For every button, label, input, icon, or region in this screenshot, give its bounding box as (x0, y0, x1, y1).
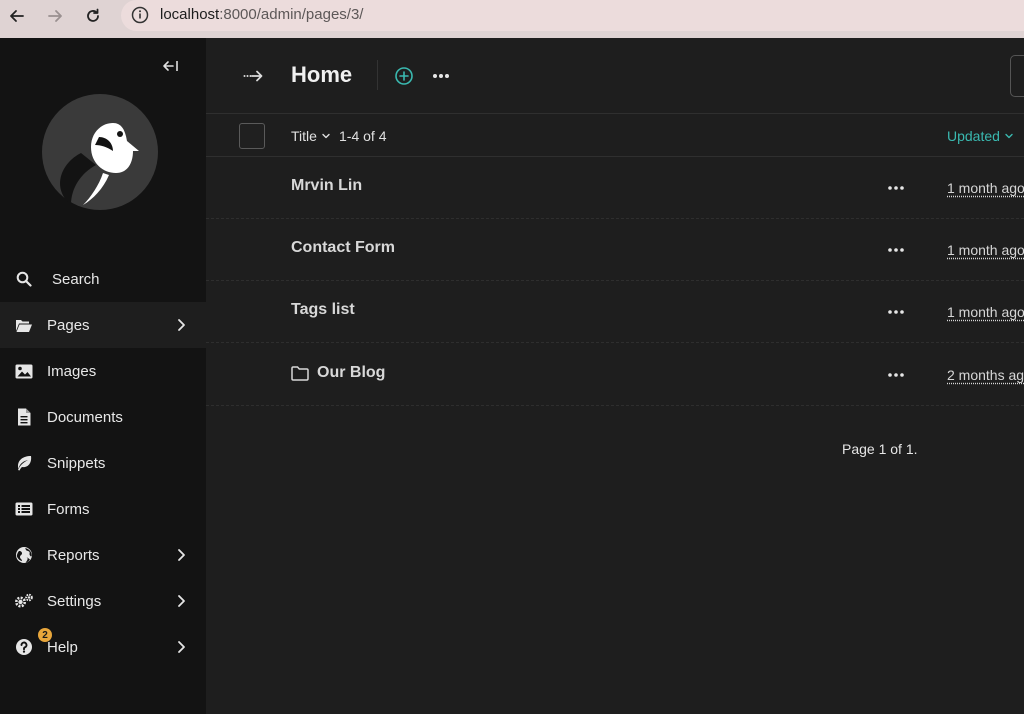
folder-icon (291, 365, 309, 381)
sidebar-item-label: Help (47, 638, 78, 656)
sidebar-item-label: Search (52, 270, 100, 288)
collapse-icon (163, 61, 178, 71)
updated-timestamp: 1 month ago (947, 304, 1024, 320)
url-path: :8000/admin/pages/3/ (219, 6, 364, 23)
address-bar[interactable]: localhost:8000/admin/pages/3/ (121, 0, 1024, 31)
globe-icon (14, 545, 34, 565)
select-all-checkbox[interactable] (239, 123, 265, 149)
page-header: Home (206, 38, 1024, 114)
plus-circle-icon (395, 67, 413, 85)
result-count: 1-4 of 4 (339, 128, 387, 144)
sidebar-item-snippets[interactable]: Snippets (0, 440, 206, 486)
page-title-text: Mrvin Lin (291, 177, 363, 194)
page-actions-button[interactable] (430, 66, 452, 86)
sort-by-updated-button[interactable]: Updated (947, 128, 1014, 144)
page-title-link[interactable]: Tags list (291, 301, 355, 319)
column-title-label: Title (291, 128, 317, 144)
breadcrumb-toggle[interactable] (242, 66, 264, 86)
sidebar-item-label: Settings (47, 592, 102, 610)
chevron-right-icon (178, 549, 185, 561)
page-title-text: Tags list (291, 301, 355, 318)
sidebar-item-pages[interactable]: Pages (0, 302, 206, 348)
image-icon (14, 361, 34, 381)
sidebar-item-settings[interactable]: Settings (0, 578, 206, 624)
browser-toolbar: localhost:8000/admin/pages/3/ (0, 0, 1024, 38)
document-icon (14, 407, 34, 427)
sidebar-item-reports[interactable]: Reports (0, 532, 206, 578)
leaf-icon (14, 453, 34, 473)
cogs-icon (14, 591, 34, 611)
sidebar-item-forms[interactable]: Forms (0, 486, 206, 532)
sidebar-item-search[interactable]: Search (0, 256, 206, 302)
header-action-button[interactable] (1010, 55, 1024, 97)
arrow-left-icon (10, 10, 24, 22)
page-title-text: Contact Form (291, 239, 395, 256)
folder-open-icon (14, 315, 34, 335)
main-content: Home Title 1-4 of 4 Updated Mrvin Lin 1 … (206, 38, 1024, 714)
sidebar-item-help[interactable]: 2 Help (0, 624, 206, 670)
url-text: localhost:8000/admin/pages/3/ (160, 6, 363, 23)
reload-button[interactable] (81, 4, 105, 28)
forward-button[interactable] (43, 4, 67, 28)
more-horizontal-icon[interactable] (885, 305, 907, 319)
more-horizontal-icon[interactable] (885, 368, 907, 382)
collapse-sidebar-button[interactable] (160, 56, 182, 76)
updated-timestamp: 1 month ago (947, 242, 1024, 258)
search-icon (14, 269, 34, 289)
updated-timestamp: 1 month ago (947, 180, 1024, 196)
help-icon: 2 (14, 628, 52, 657)
pagination-text: Page 1 of 1. (842, 441, 918, 457)
page-title-link[interactable]: Our Blog (291, 364, 385, 382)
header-divider (377, 60, 378, 90)
sidebar-item-images[interactable]: Images (0, 348, 206, 394)
chevron-right-icon (178, 641, 185, 653)
page-title-link[interactable]: Contact Form (291, 239, 395, 257)
url-host: localhost (160, 6, 220, 23)
sidebar-item-label: Reports (47, 546, 100, 564)
sidebar-item-label: Forms (47, 500, 90, 518)
info-icon[interactable] (131, 6, 149, 24)
page-title-link[interactable]: Mrvin Lin (291, 177, 362, 195)
sort-by-title-button[interactable]: Title (291, 128, 331, 144)
page-title: Home (291, 62, 353, 87)
arrow-right-icon (48, 10, 62, 22)
wagtail-logo[interactable] (41, 93, 159, 211)
chevron-right-icon (178, 319, 185, 331)
reload-icon (87, 8, 99, 22)
more-horizontal-icon (433, 74, 449, 78)
back-button[interactable] (5, 4, 29, 28)
updated-timestamp: 2 months ago (947, 367, 1024, 383)
table-row[interactable]: Contact Form 1 month ago (206, 219, 1024, 281)
breadcrumb-expand-icon (243, 70, 263, 82)
add-child-page-button[interactable] (393, 65, 415, 87)
page-title-text: Our Blog (317, 364, 386, 381)
sidebar-item-label: Images (47, 362, 97, 380)
more-horizontal-icon[interactable] (885, 181, 907, 195)
table-row[interactable]: Our Blog 2 months ago (206, 344, 1024, 406)
chevron-down-icon (322, 133, 330, 139)
sidebar-item-label: Documents (47, 408, 123, 426)
bird-logo-icon (42, 94, 158, 210)
chevron-down-icon (1005, 133, 1013, 139)
sidebar: Search Pages Images Documents Snippets F… (0, 38, 206, 714)
table-row[interactable]: Mrvin Lin 1 month ago (206, 157, 1024, 219)
column-updated-label: Updated (947, 128, 1000, 144)
more-horizontal-icon[interactable] (885, 243, 907, 257)
chevron-right-icon (178, 595, 185, 607)
table-header: Title 1-4 of 4 Updated (206, 115, 1024, 157)
sidebar-item-label: Snippets (47, 454, 106, 472)
sidebar-item-documents[interactable]: Documents (0, 394, 206, 440)
sidebar-item-label: Pages (47, 316, 90, 334)
table-row[interactable]: Tags list 1 month ago (206, 281, 1024, 343)
list-icon (14, 499, 34, 519)
